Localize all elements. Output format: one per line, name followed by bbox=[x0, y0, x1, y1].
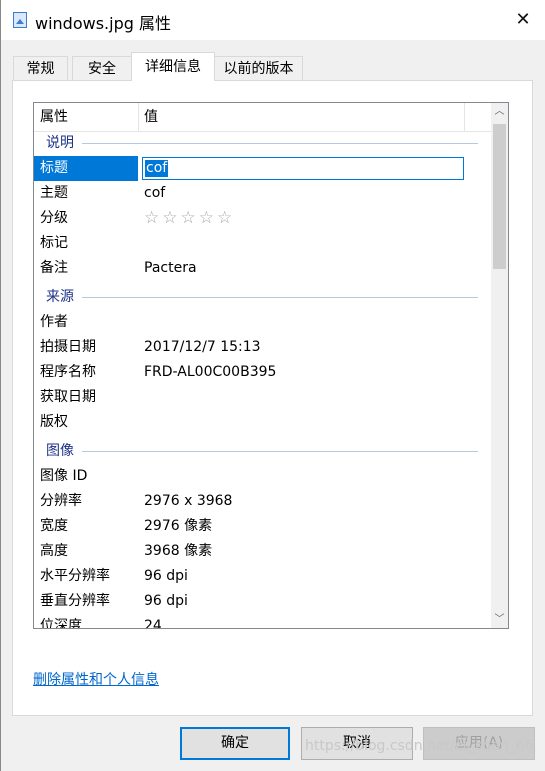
column-divider[interactable] bbox=[464, 103, 465, 131]
watermark-text: https://blog.csdn.net/ct_shen_66 bbox=[305, 738, 534, 754]
tab-details[interactable]: 详细信息 bbox=[131, 52, 215, 81]
row-name: 宽度 bbox=[40, 518, 68, 534]
rating-stars[interactable]: ☆☆☆☆☆ bbox=[144, 206, 235, 231]
properties-dialog: windows.jpg 属性 ✕ 常规 安全 详细信息 以前的版本 属性 值 说… bbox=[0, 0, 545, 771]
group-description[interactable]: 说明 bbox=[34, 132, 492, 154]
row-height[interactable]: 高度 3968 像素 bbox=[34, 539, 492, 564]
column-header-property[interactable]: 属性 bbox=[40, 103, 68, 131]
title-bar: windows.jpg 属性 ✕ bbox=[1, 0, 545, 40]
row-title[interactable]: 标题 cof bbox=[34, 156, 492, 181]
row-comments[interactable]: 备注 Pactera bbox=[34, 256, 492, 281]
row-date-acquired[interactable]: 获取日期 bbox=[34, 385, 492, 410]
row-copyright[interactable]: 版权 bbox=[34, 410, 492, 435]
tab-previous-versions[interactable]: 以前的版本 bbox=[214, 56, 303, 80]
image-file-icon bbox=[13, 12, 27, 28]
row-name: 高度 bbox=[40, 543, 68, 559]
row-horizontal-resolution[interactable]: 水平分辨率 96 dpi bbox=[34, 564, 492, 589]
row-rating[interactable]: 分级 ☆☆☆☆☆ bbox=[34, 206, 492, 231]
scroll-up-arrow-icon[interactable]: ︿ bbox=[491, 103, 508, 120]
row-image-id[interactable]: 图像 ID bbox=[34, 464, 492, 489]
row-value: 24 bbox=[144, 618, 162, 629]
row-name: 分级 bbox=[40, 210, 68, 226]
group-label: 说明 bbox=[46, 135, 74, 151]
row-name: 垂直分辨率 bbox=[40, 593, 110, 609]
group-label: 来源 bbox=[46, 289, 74, 305]
title-edit-field[interactable]: cof bbox=[142, 157, 464, 180]
row-name: 标记 bbox=[40, 235, 68, 251]
row-width[interactable]: 宽度 2976 像素 bbox=[34, 514, 492, 539]
close-button[interactable]: ✕ bbox=[500, 0, 545, 40]
group-origin[interactable]: 来源 bbox=[34, 286, 492, 308]
row-subject[interactable]: 主题 cof bbox=[34, 181, 492, 206]
vertical-scrollbar[interactable]: ︿ ﹀ bbox=[491, 103, 508, 628]
row-value: Pactera bbox=[144, 260, 197, 276]
property-list[interactable]: 属性 值 说明 标题 cof 主题 cof 分级 ☆☆☆☆☆ 标记 备注 Pac… bbox=[33, 102, 509, 629]
row-name: 位深度 bbox=[40, 618, 82, 629]
row-value: 2017/12/7 15:13 bbox=[144, 339, 261, 355]
row-name: 分辨率 bbox=[40, 493, 82, 509]
row-name: 拍摄日期 bbox=[40, 339, 96, 355]
column-divider[interactable] bbox=[138, 103, 139, 131]
title-edit-text[interactable]: cof bbox=[145, 160, 169, 177]
row-value: 96 dpi bbox=[144, 593, 188, 609]
row-value: FRD-AL00C00B395 bbox=[144, 364, 277, 380]
row-authors[interactable]: 作者 bbox=[34, 310, 492, 335]
row-value: 96 dpi bbox=[144, 568, 188, 584]
row-value: cof bbox=[144, 185, 166, 201]
row-dimensions[interactable]: 分辨率 2976 x 3968 bbox=[34, 489, 492, 514]
row-name: 获取日期 bbox=[40, 389, 96, 405]
row-date-taken[interactable]: 拍摄日期 2017/12/7 15:13 bbox=[34, 335, 492, 360]
row-name: 备注 bbox=[40, 260, 68, 276]
group-divider bbox=[82, 143, 478, 144]
row-value: 3968 像素 bbox=[144, 543, 213, 559]
group-label: 图像 bbox=[46, 443, 74, 459]
ok-button[interactable]: 确定 bbox=[180, 727, 290, 760]
row-bit-depth[interactable]: 位深度 24 bbox=[34, 614, 492, 629]
window-title: windows.jpg 属性 bbox=[35, 14, 171, 33]
row-value: 2976 像素 bbox=[144, 518, 213, 534]
row-name: 作者 bbox=[40, 314, 68, 330]
row-name: 程序名称 bbox=[40, 364, 96, 380]
row-name: 主题 bbox=[40, 185, 68, 201]
column-header-value[interactable]: 值 bbox=[144, 103, 158, 131]
group-divider bbox=[82, 297, 478, 298]
remove-properties-link[interactable]: 删除属性和个人信息 bbox=[33, 669, 159, 689]
tab-general[interactable]: 常规 bbox=[13, 56, 68, 80]
row-tags[interactable]: 标记 bbox=[34, 231, 492, 256]
group-image[interactable]: 图像 bbox=[34, 440, 492, 462]
scroll-down-arrow-icon[interactable]: ﹀ bbox=[491, 611, 508, 628]
row-name: 标题 bbox=[40, 160, 68, 176]
details-panel: 属性 值 说明 标题 cof 主题 cof 分级 ☆☆☆☆☆ 标记 备注 Pac… bbox=[12, 80, 533, 716]
row-name: 水平分辨率 bbox=[40, 568, 110, 584]
row-program-name[interactable]: 程序名称 FRD-AL00C00B395 bbox=[34, 360, 492, 385]
tab-security[interactable]: 安全 bbox=[72, 56, 132, 80]
row-value: 2976 x 3968 bbox=[144, 493, 233, 509]
scrollbar-thumb[interactable] bbox=[493, 124, 506, 269]
row-vertical-resolution[interactable]: 垂直分辨率 96 dpi bbox=[34, 589, 492, 614]
row-name: 版权 bbox=[40, 414, 68, 430]
list-header: 属性 值 bbox=[34, 103, 492, 132]
row-name: 图像 ID bbox=[40, 468, 88, 484]
group-divider bbox=[82, 451, 478, 452]
